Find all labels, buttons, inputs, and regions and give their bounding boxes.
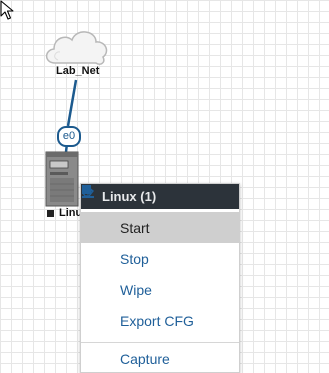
stop-icon [82,185,118,267]
menu-item-capture[interactable]: Capture [81,185,239,367]
menu-item-capture-label: Capture [120,351,170,367]
topology-canvas[interactable]: Lab_Net e0 Linu Linux (1) Start Stop Wip… [0,0,329,373]
mouse-pointer-icon [0,0,14,20]
menu-item-wipe-label: Wipe [120,281,152,298]
interface-badge[interactable]: e0 [57,126,81,147]
linux-node-label: Linu [59,207,83,219]
menu-item-wipe[interactable]: Wipe [81,186,239,305]
eraser-icon [82,186,118,298]
download-icon [82,185,118,329]
menu-item-export-cfg-label: Export CFG [120,312,194,329]
menu-item-export-cfg[interactable]: Export CFG [81,185,239,336]
menu-item-stop[interactable]: Stop [81,185,239,274]
capture-icon [82,185,118,367]
cloud-node-label: Lab_Net [56,65,100,77]
context-menu-title: Linux (1) [81,184,239,209]
menu-divider [81,342,239,343]
node-status-stopped-icon [47,210,54,217]
node-context-menu: Linux (1) Start Stop Wipe Export CFG Cap… [80,183,240,373]
menu-item-start[interactable]: Start [81,185,239,243]
play-icon [83,185,118,236]
menu-item-stop-label: Stop [120,250,149,267]
network-link[interactable] [66,79,78,127]
menu-item-start-label: Start [120,219,150,236]
